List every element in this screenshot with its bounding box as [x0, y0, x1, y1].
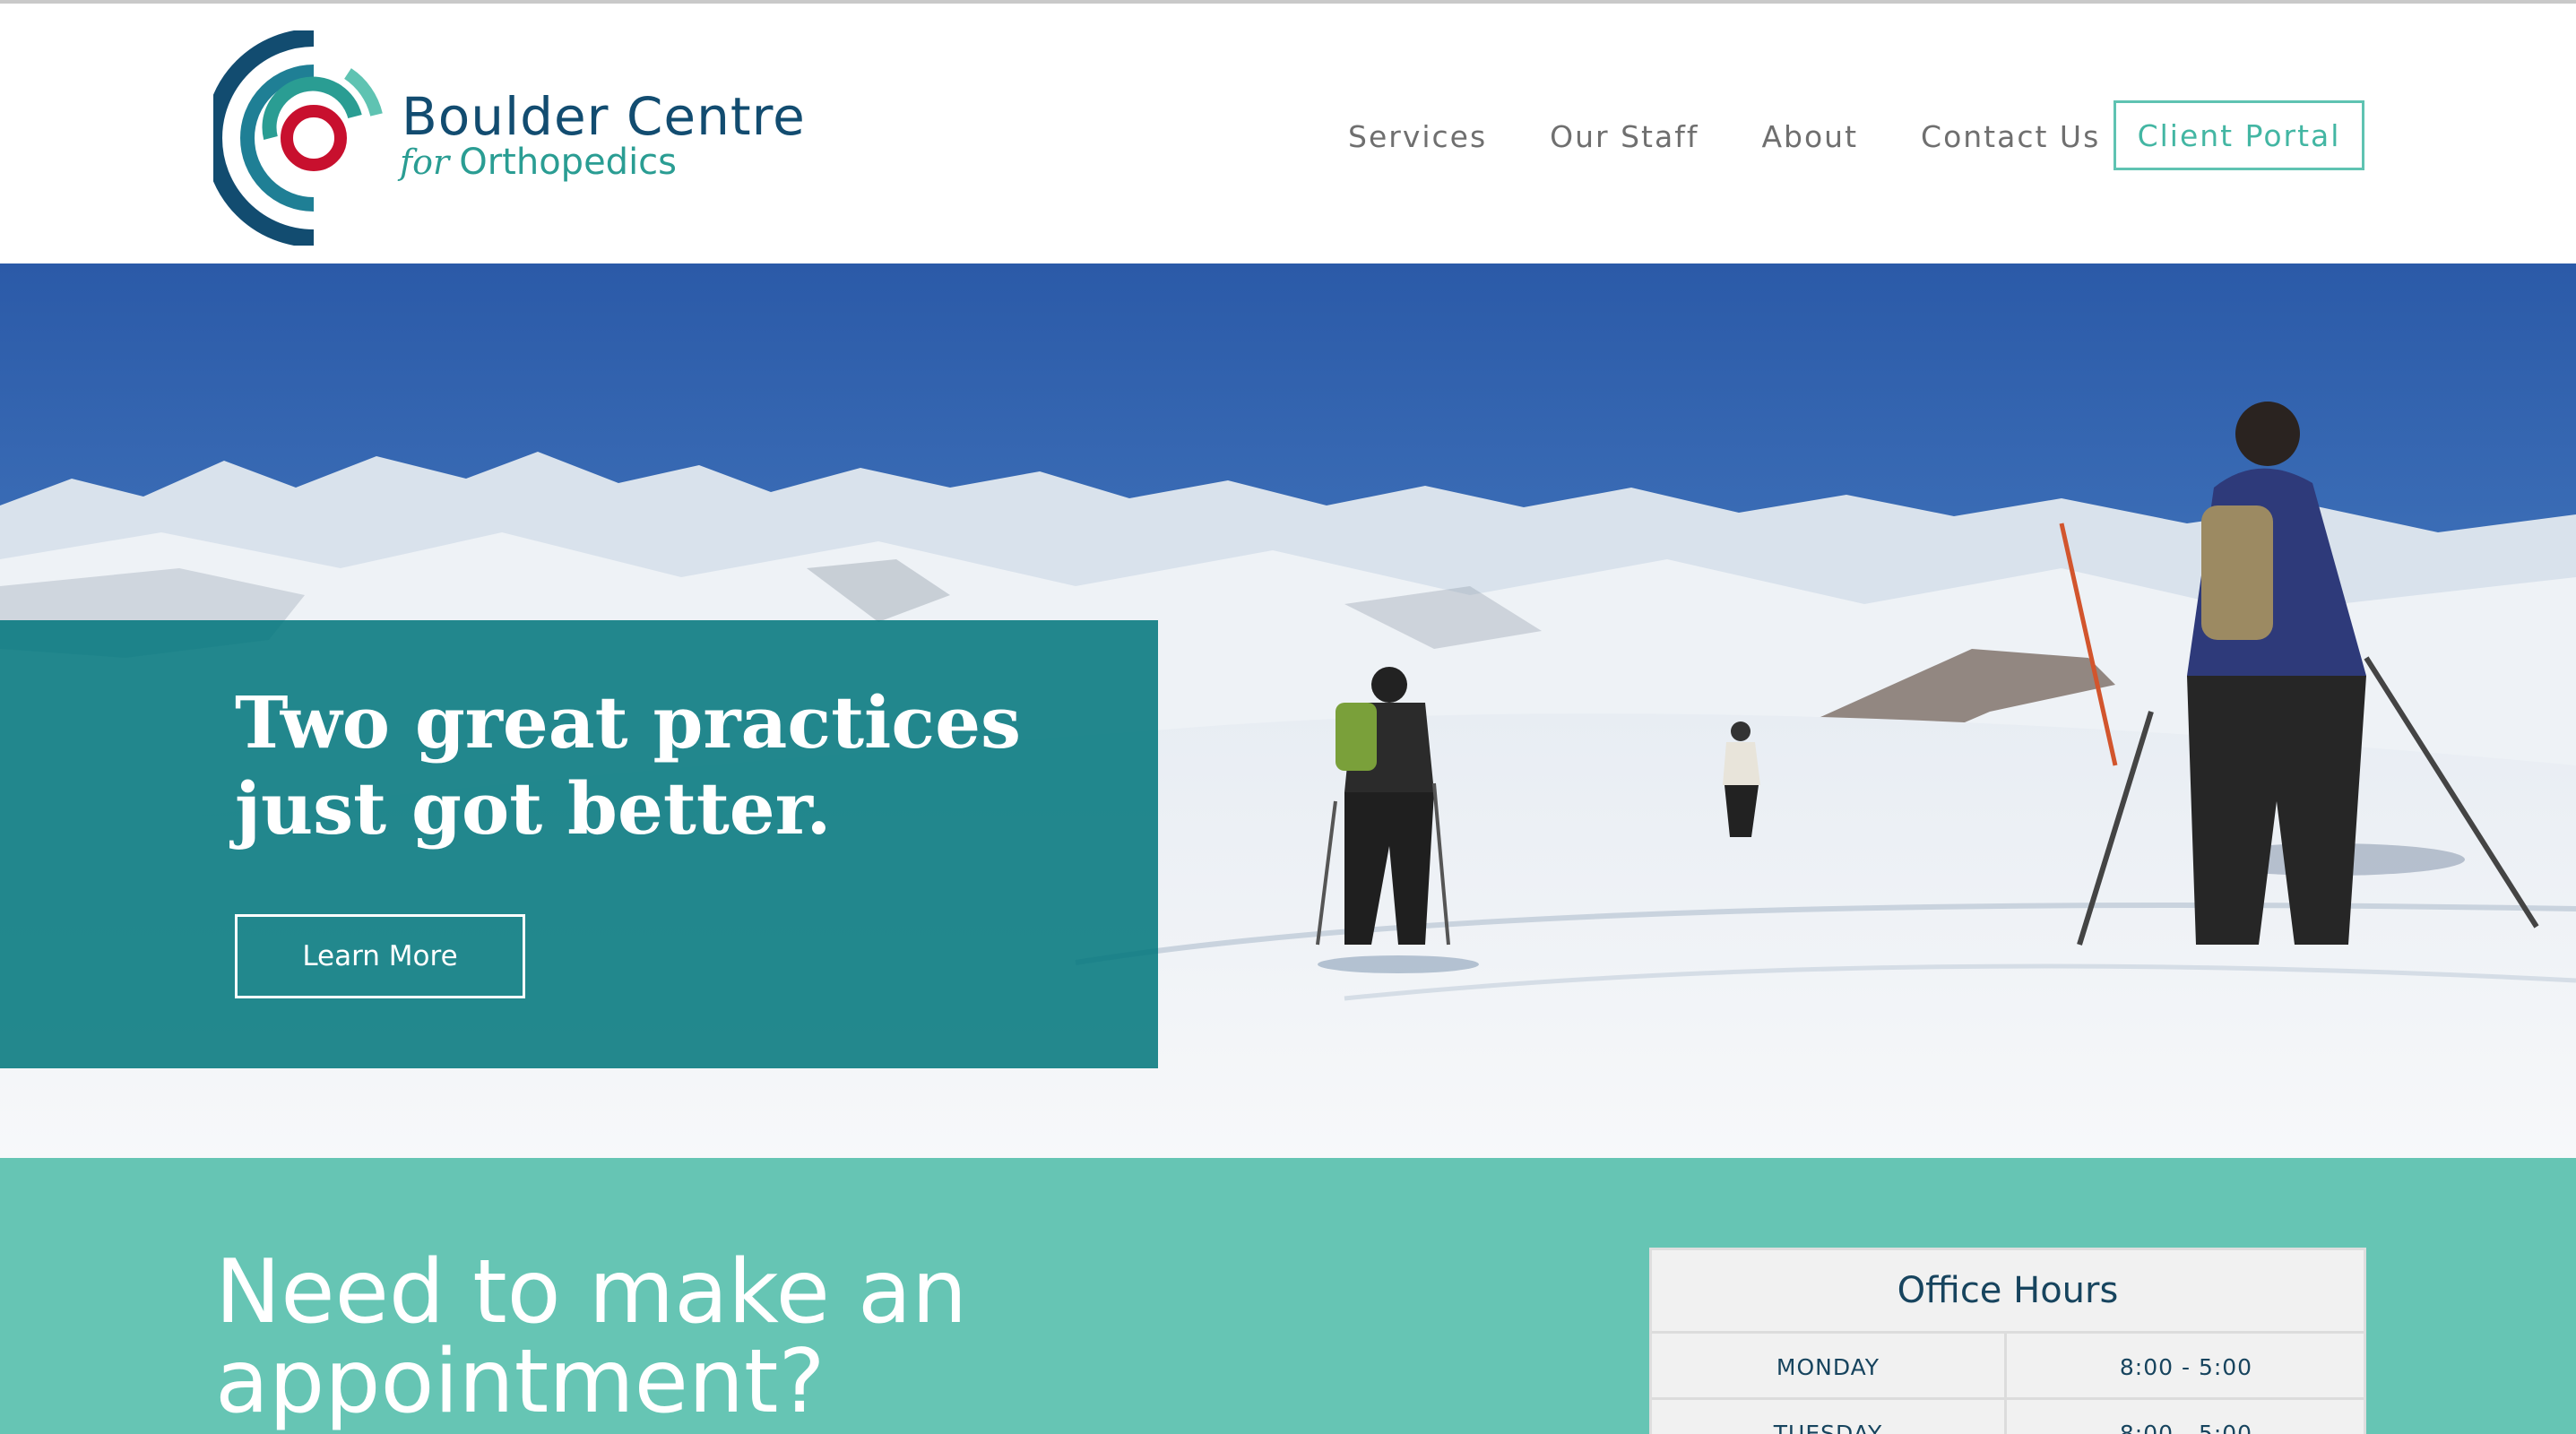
hours-day: MONDAY [1652, 1334, 2007, 1400]
hours-time: 8:00 - 5:00 [2119, 1353, 2253, 1380]
nav-services[interactable]: Services [1348, 119, 1487, 154]
brand-subname: for Orthopedics [400, 142, 677, 183]
hero-headline-line-1: Two great practices [235, 680, 1022, 765]
brand-for: for [400, 143, 450, 182]
appointment-heading-line-2: appointment? [215, 1331, 826, 1433]
appointment-section: Need to make an appointment? Office Hour… [0, 1158, 2576, 1434]
brand-name: Boulder Centre [402, 86, 806, 147]
office-hours-title: Office Hours [1897, 1270, 2119, 1311]
hours-time: 8:00 - 5:00 [2119, 1420, 2253, 1434]
table-row: MONDAY 8:00 - 5:00 [1652, 1331, 2364, 1400]
nav-contact-us[interactable]: Contact Us [1921, 119, 2100, 154]
nav-about[interactable]: About [1761, 119, 1858, 154]
table-row: TUESDAY 8:00 - 5:00 [1652, 1397, 2364, 1434]
brand-logo[interactable]: Boulder Centre for Orthopedics [213, 30, 805, 246]
logo-mark-icon [213, 30, 383, 246]
hero-banner: Two great practices just got better. Lea… [0, 263, 2576, 1158]
learn-more-button[interactable]: Learn More [235, 914, 525, 998]
main-nav: Services Our Staff About Contact Us Clie… [1348, 100, 2364, 172]
appointment-heading-line-1: Need to make an [215, 1241, 968, 1343]
nav-our-staff[interactable]: Our Staff [1550, 119, 1699, 154]
hero-callout: Two great practices just got better. Lea… [0, 620, 1158, 1068]
hero-headline: Two great practices just got better. [235, 679, 1095, 851]
office-hours-table: Office Hours MONDAY 8:00 - 5:00 TUESDAY … [1649, 1248, 2366, 1434]
hero-headline-line-2: just got better. [235, 766, 832, 851]
site-header: Boulder Centre for Orthopedics Services … [0, 4, 2576, 263]
brand-specialty: Orthopedics [459, 142, 678, 183]
appointment-heading: Need to make an appointment? [215, 1248, 1380, 1427]
hours-day: TUESDAY [1652, 1400, 2007, 1434]
client-portal-button[interactable]: Client Portal [2114, 100, 2364, 170]
